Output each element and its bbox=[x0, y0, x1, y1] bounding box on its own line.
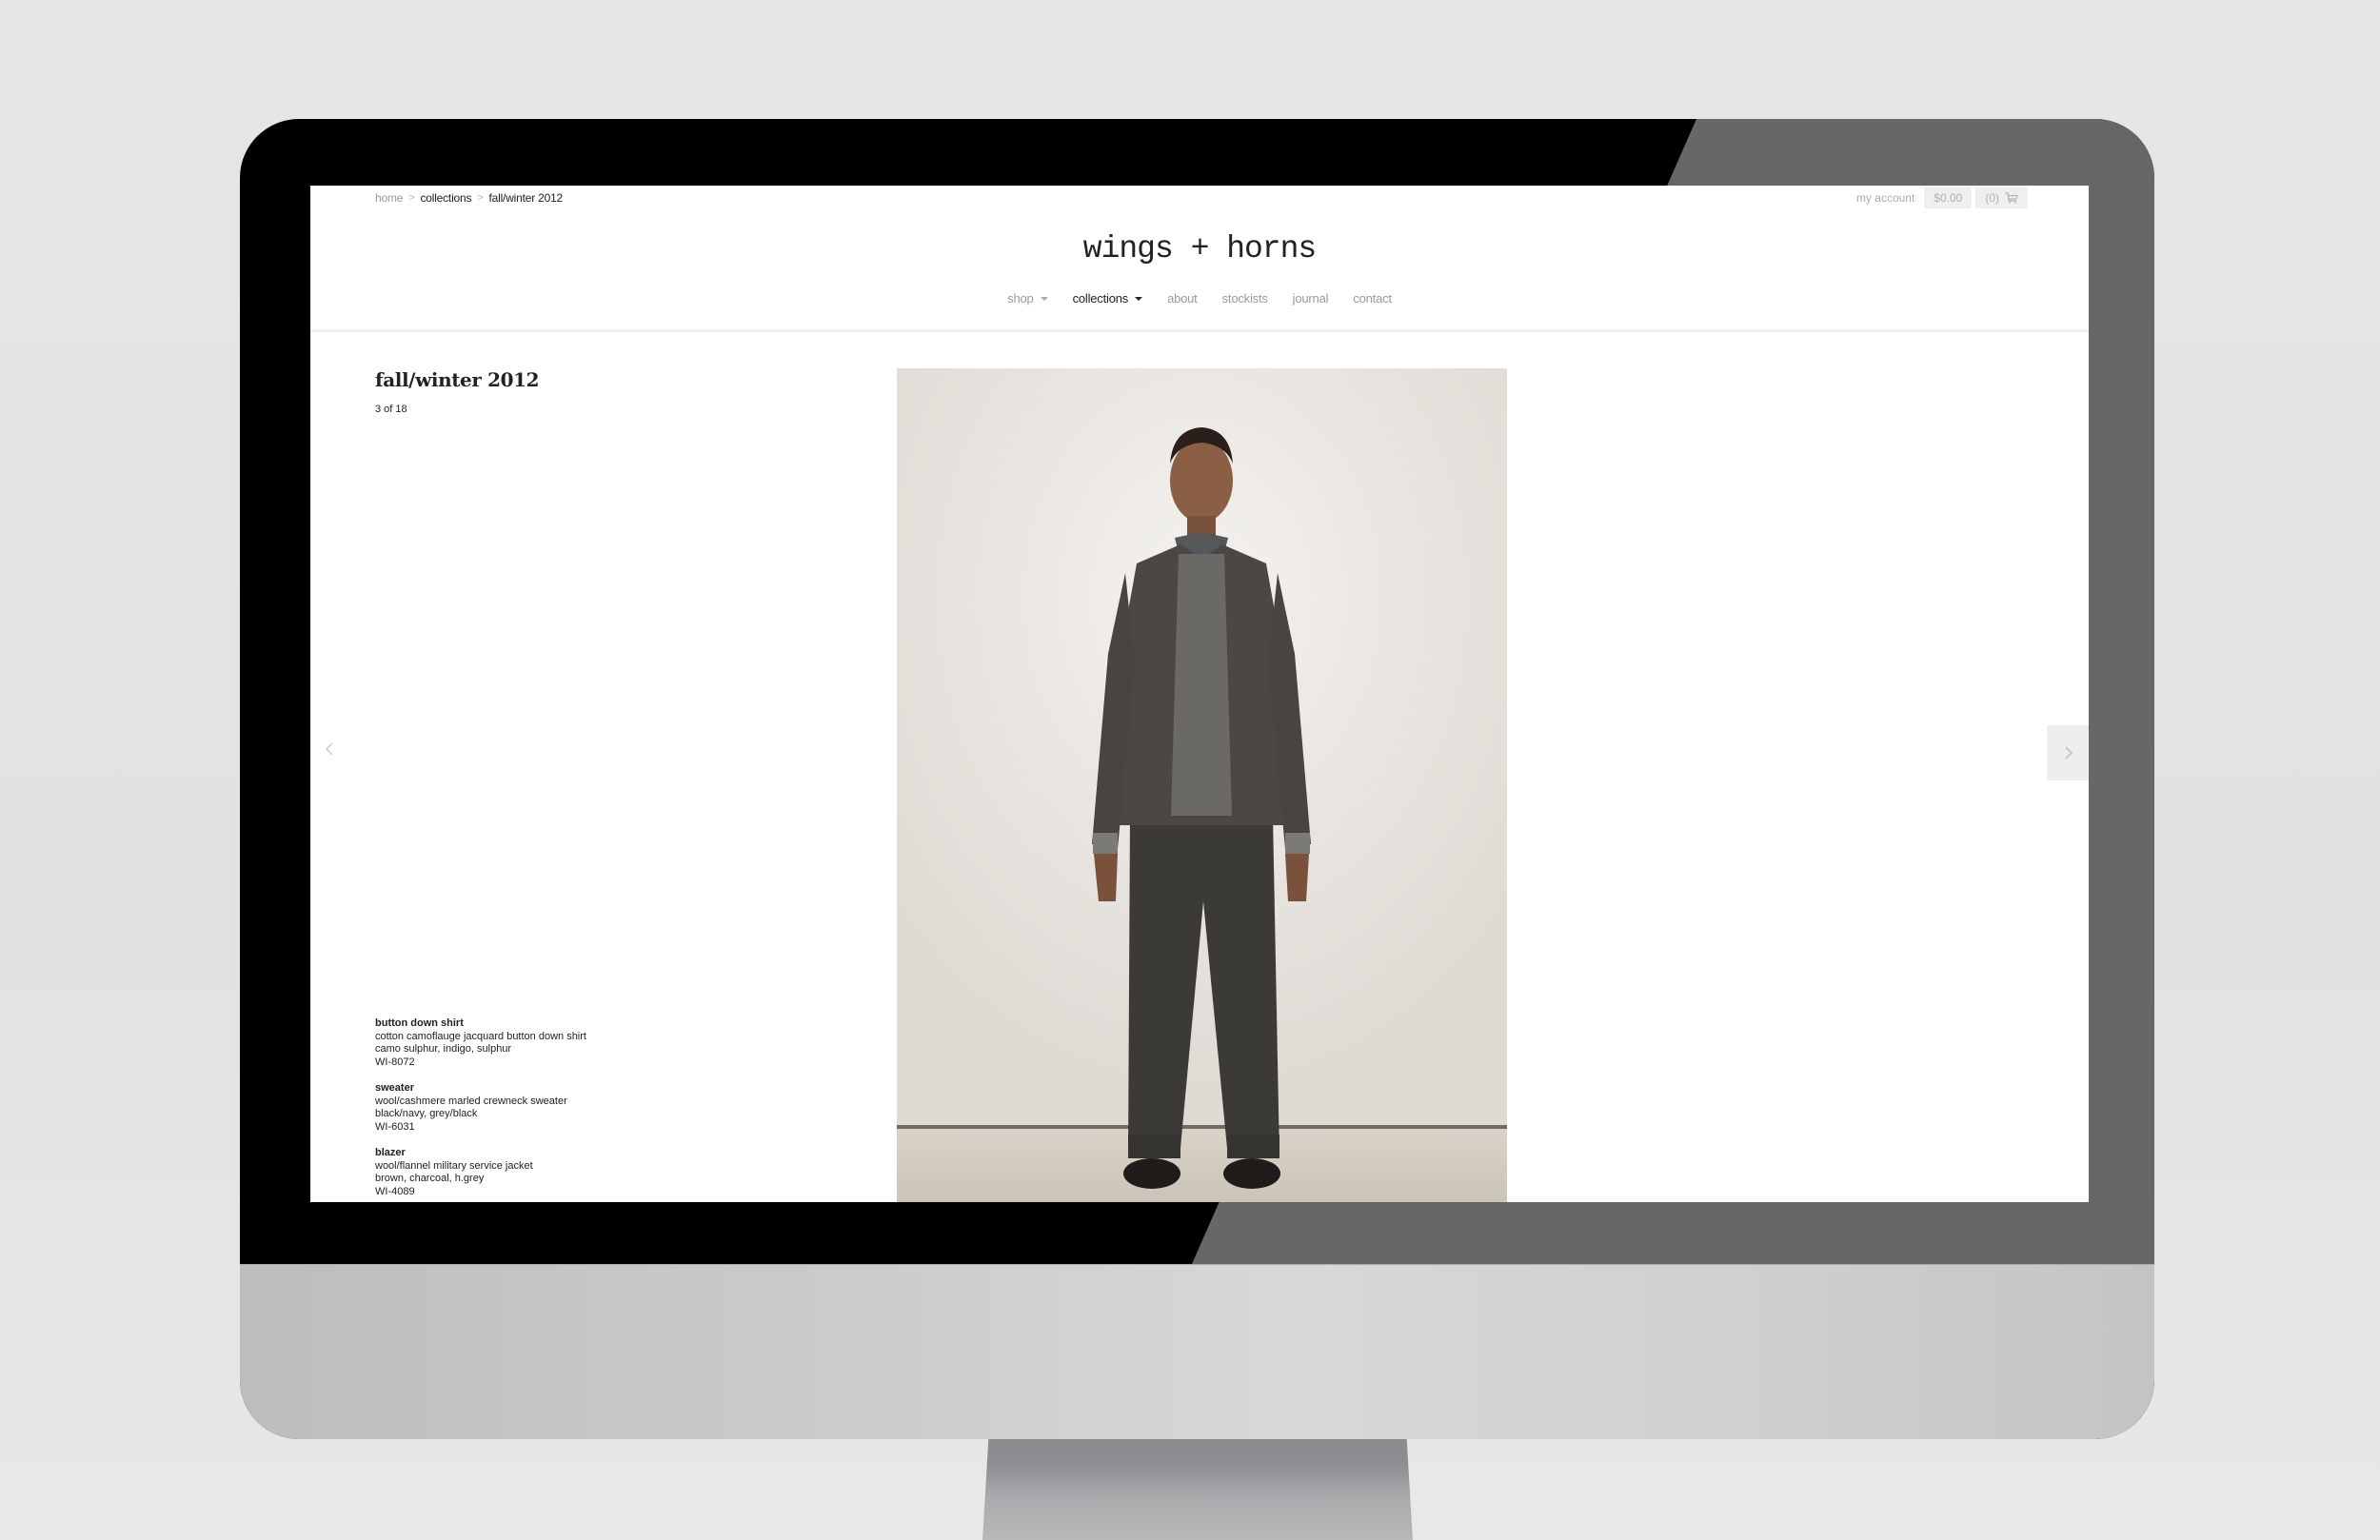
chevron-down-icon bbox=[1040, 297, 1048, 301]
header-divider bbox=[310, 329, 2089, 332]
chevron-left-icon bbox=[326, 742, 333, 756]
nav-label: collections bbox=[1072, 291, 1129, 306]
cart-count: (0) bbox=[1985, 191, 1999, 205]
breadcrumb-separator: > bbox=[408, 192, 415, 204]
nav-journal[interactable]: journal bbox=[1293, 291, 1329, 306]
breadcrumb-current: fall/winter 2012 bbox=[488, 191, 564, 205]
product-colors: brown, charcoal, h.grey bbox=[375, 1173, 485, 1184]
nav-label: journal bbox=[1292, 291, 1329, 306]
product-item: button down shirt cotton camoflauge jacq… bbox=[375, 1017, 586, 1069]
product-sku: WI-4089 bbox=[375, 1185, 415, 1197]
model-photo-illustration bbox=[897, 368, 1507, 1202]
lookbook-photo bbox=[897, 368, 1507, 1202]
monitor-chin bbox=[240, 1264, 2154, 1439]
nav-label: shop bbox=[1007, 291, 1034, 306]
product-name[interactable]: sweater bbox=[375, 1082, 586, 1096]
product-description: cotton camoflauge jacquard button down s… bbox=[375, 1030, 586, 1042]
my-account-link[interactable]: my account bbox=[1856, 191, 1914, 205]
site-logo[interactable]: wings + horns bbox=[310, 231, 2089, 267]
chevron-right-icon bbox=[2065, 746, 2073, 760]
main-nav: shop collections about stockists journal… bbox=[310, 291, 2089, 306]
nav-label: stockists bbox=[1221, 291, 1268, 306]
product-colors: black/navy, grey/black bbox=[375, 1108, 478, 1119]
nav-label: contact bbox=[1353, 291, 1392, 306]
product-name[interactable]: button down shirt bbox=[375, 1017, 586, 1031]
breadcrumb: home > collections > fall/winter 2012 bbox=[375, 191, 563, 205]
product-description: wool/flannel military service jacket bbox=[375, 1159, 533, 1172]
web-page: home > collections > fall/winter 2012 my… bbox=[310, 186, 2089, 1202]
product-name[interactable]: blazer bbox=[375, 1147, 586, 1160]
product-description: wool/cashmere marled crewneck sweater bbox=[375, 1095, 567, 1107]
previous-look-button[interactable] bbox=[320, 738, 339, 760]
breadcrumb-separator: > bbox=[477, 192, 484, 204]
breadcrumb-collections[interactable]: collections bbox=[420, 191, 471, 205]
nav-about[interactable]: about bbox=[1167, 291, 1198, 306]
product-item: blazer wool/flannel military service jac… bbox=[375, 1147, 586, 1198]
cart-icon bbox=[2005, 191, 2018, 204]
cart-button[interactable]: (0) bbox=[1975, 188, 2028, 208]
account-area: my account $0.00 (0) bbox=[1856, 188, 2028, 208]
product-sku: WI-8072 bbox=[375, 1056, 415, 1068]
collection-title: fall/winter 2012 bbox=[375, 368, 540, 391]
cart-total-value: $0.00 bbox=[1934, 191, 1963, 205]
next-look-button[interactable] bbox=[2047, 725, 2089, 780]
chevron-down-icon bbox=[1135, 297, 1143, 301]
nav-shop[interactable]: shop bbox=[1007, 291, 1048, 306]
product-item: sweater wool/cashmere marled crewneck sw… bbox=[375, 1082, 586, 1134]
breadcrumb-home[interactable]: home bbox=[375, 191, 403, 205]
nav-collections[interactable]: collections bbox=[1073, 291, 1143, 306]
nav-stockists[interactable]: stockists bbox=[1222, 291, 1268, 306]
product-list: button down shirt cotton camoflauge jacq… bbox=[375, 1017, 586, 1202]
product-sku: WI-6031 bbox=[375, 1120, 415, 1133]
monitor-stand bbox=[982, 1432, 1413, 1540]
cart-total[interactable]: $0.00 bbox=[1924, 188, 1973, 208]
slide-counter: 3 of 18 bbox=[375, 404, 407, 415]
top-bar: home > collections > fall/winter 2012 my… bbox=[310, 186, 2089, 210]
nav-label: about bbox=[1167, 291, 1198, 306]
product-colors: camo sulphur, indigo, sulphur bbox=[375, 1043, 512, 1055]
nav-contact[interactable]: contact bbox=[1353, 291, 1392, 306]
